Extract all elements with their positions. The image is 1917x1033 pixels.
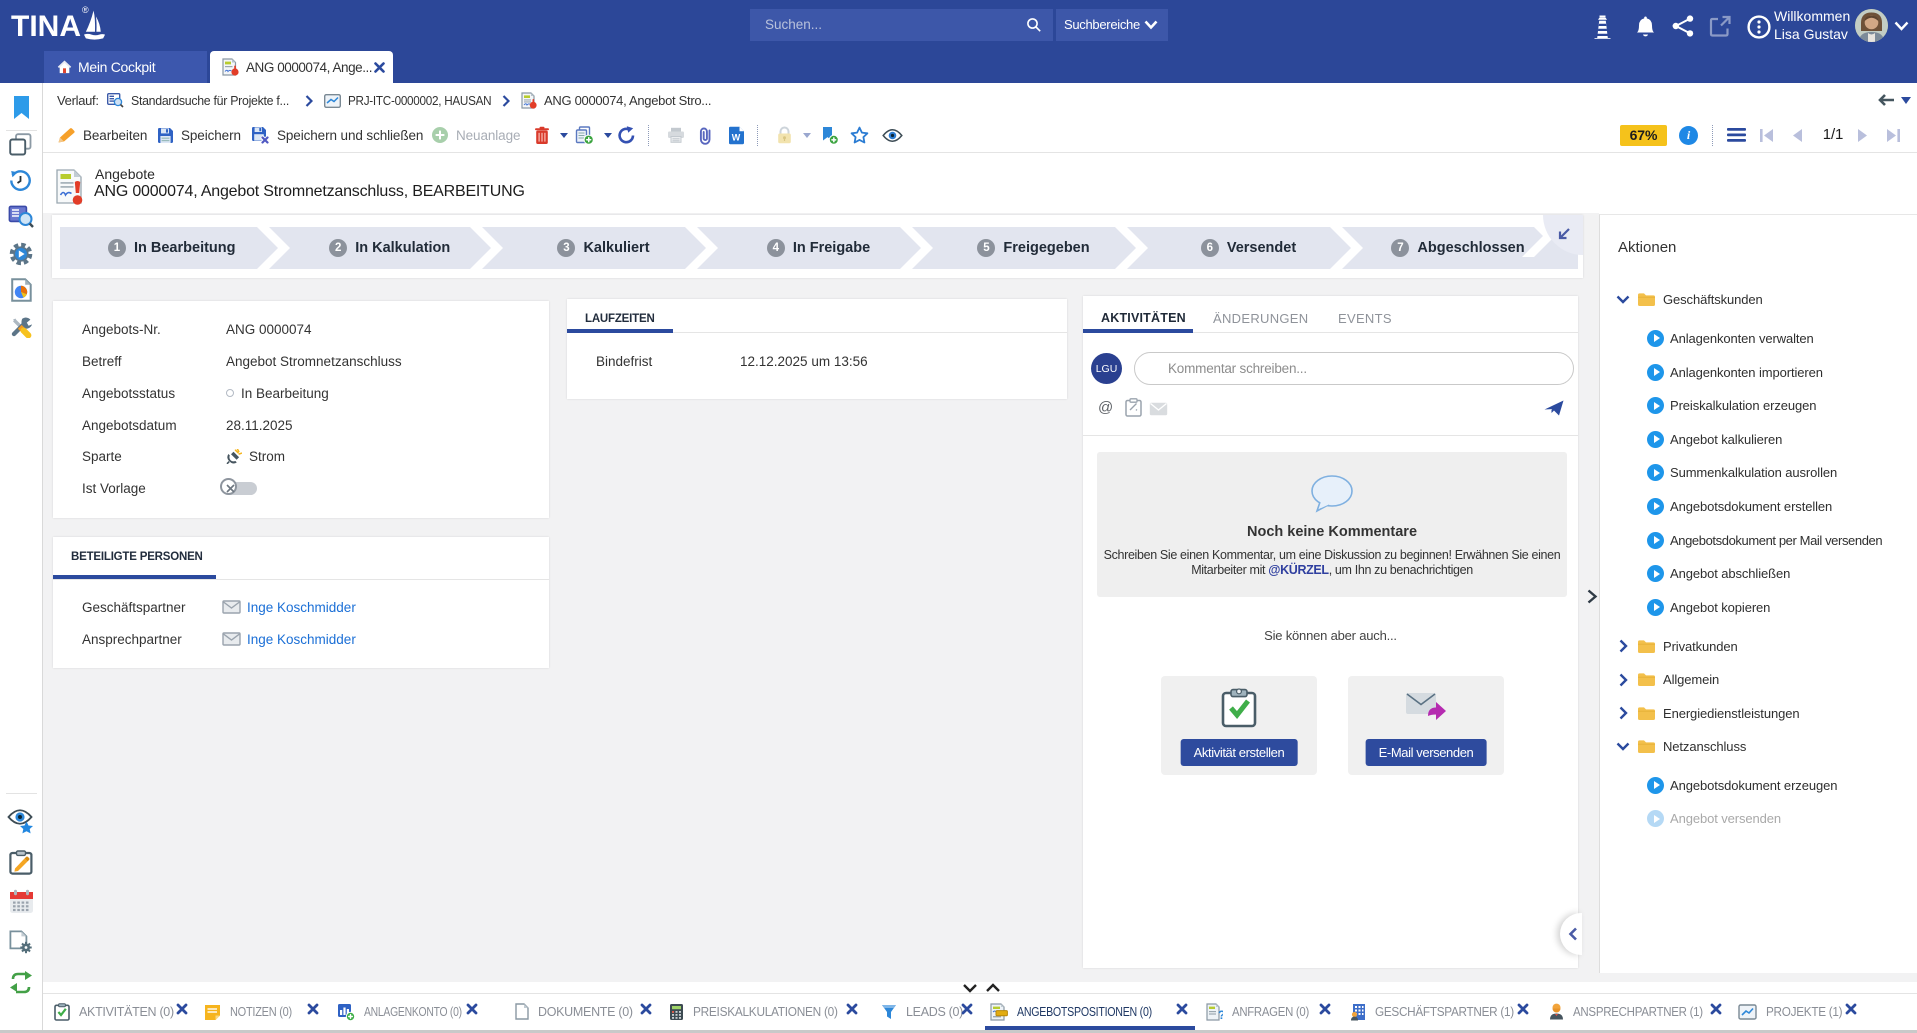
svg-text:W: W — [732, 132, 741, 142]
svg-text:?: ? — [1218, 1008, 1223, 1021]
